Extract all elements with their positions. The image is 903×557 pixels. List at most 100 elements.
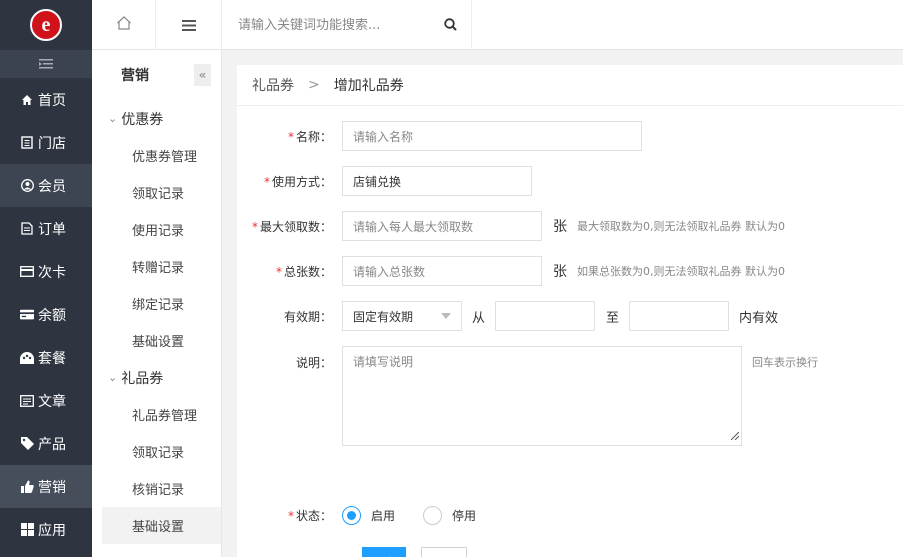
main-nav: e 首页 门店 会员 订单 次卡 余额 套餐 文章 产品 营销 应用 — [0, 0, 92, 557]
submenu-group-label: 优惠券 — [121, 111, 164, 128]
breadcrumb: 礼品券 > 增加礼品券 — [237, 65, 903, 106]
validity-from-text: 从 — [472, 310, 486, 326]
max-claim-label: * 最大领取数： — [251, 219, 332, 234]
submenu-item-coupon-manage[interactable]: 优惠券管理 — [92, 137, 221, 174]
main-content: 礼品券 > 增加礼品券 * 名称： 请输入名称 * 使用方式： 店铺兑换 * 最大领取… — [237, 65, 903, 557]
name-label: * 名称： — [287, 129, 332, 144]
brand-logo[interactable]: e — [30, 9, 62, 41]
submenu-collapse-icon[interactable]: « — [194, 64, 211, 86]
submenu-item-gift-manage[interactable]: 礼品券管理 — [92, 396, 221, 433]
name-input[interactable]: 请输入名称 — [342, 121, 642, 151]
form-row-total: * 总张数： 请输入总张数 张 如果总张数为0,则无法领取礼品券 默认为0 — [237, 256, 785, 286]
resize-handle-icon[interactable] — [730, 429, 740, 443]
breadcrumb-parent[interactable]: 礼品券 — [252, 75, 294, 95]
thumbs-up-icon — [20, 480, 34, 494]
form-actions: 提交 重置 — [362, 547, 468, 557]
nav-item-product[interactable]: 产品 — [0, 422, 92, 465]
nav-item-label: 文章 — [38, 393, 66, 410]
form-row-validity: 有效期： 固定有效期 从 至 内有效 — [237, 301, 778, 331]
home-button[interactable] — [92, 0, 156, 50]
order-icon — [20, 222, 34, 236]
top-bar — [92, 0, 903, 50]
logo-area: e — [0, 0, 92, 50]
select-arrow-icon — [441, 313, 451, 319]
status-radio-enable[interactable]: 启用 — [342, 506, 395, 525]
submenu-group-coupon[interactable]: ⌄ 优惠券 — [92, 100, 221, 137]
validity-start-input[interactable] — [495, 301, 596, 331]
desc-label: 说明： — [295, 356, 332, 370]
total-input[interactable]: 请输入总张数 — [342, 256, 542, 286]
breadcrumb-current: 增加礼品券 — [333, 78, 404, 94]
total-hint: 如果总张数为0,则无法领取礼品券 默认为0 — [577, 265, 785, 278]
desc-hint: 回车表示换行 — [752, 356, 818, 369]
chevron-down-icon: ⌄ — [108, 371, 118, 384]
reset-button[interactable]: 重置 — [421, 547, 468, 557]
submenu-title-text: 营销 — [121, 68, 149, 84]
submenu-item-gift-redeem[interactable]: 核销记录 — [92, 470, 221, 507]
nav-item-member[interactable]: 会员 — [0, 164, 92, 207]
submenu-item-coupon-binding[interactable]: 绑定记录 — [92, 285, 221, 322]
package-icon — [20, 351, 34, 365]
nav-item-label: 余额 — [38, 307, 66, 324]
validity-type-select[interactable]: 固定有效期 — [342, 301, 462, 331]
nav-item-apps[interactable]: 应用 — [0, 508, 92, 551]
status-label: * 状态： — [287, 509, 332, 523]
home-outline-icon — [116, 16, 132, 34]
nav-item-article[interactable]: 文章 — [0, 379, 92, 422]
nav-item-balance[interactable]: 余额 — [0, 293, 92, 336]
nav-item-label: 会员 — [38, 178, 66, 195]
nav-item-marketing[interactable]: 营销 — [0, 465, 92, 508]
nav-item-label: 次卡 — [38, 264, 66, 281]
submenu-group-gift[interactable]: ⌄ 礼品券 — [92, 359, 221, 396]
submenu-item-gift-claims[interactable]: 领取记录 — [92, 433, 221, 470]
home-icon — [20, 93, 34, 107]
form-row-name: * 名称： 请输入名称 — [237, 121, 642, 151]
search-icon[interactable] — [444, 18, 457, 35]
nav-item-home[interactable]: 首页 — [0, 78, 92, 121]
max-claim-input[interactable]: 请输入每人最大领取数 — [342, 211, 542, 241]
nav-collapse-icon[interactable] — [0, 50, 92, 78]
nav-item-order[interactable]: 订单 — [0, 207, 92, 250]
submit-button[interactable]: 提交 — [362, 547, 407, 557]
validity-end-input[interactable] — [629, 301, 730, 331]
nav-item-label: 套餐 — [38, 350, 66, 367]
card-icon — [20, 265, 34, 279]
article-icon — [20, 394, 34, 408]
usage-label: * 使用方式： — [263, 174, 332, 189]
nav-item-card[interactable]: 次卡 — [0, 250, 92, 293]
search-input[interactable] — [238, 17, 428, 33]
status-radio-disable[interactable]: 停用 — [423, 506, 476, 525]
submenu-group-label: 礼品券 — [121, 370, 164, 387]
status-option-label: 停用 — [452, 509, 477, 523]
usage-input[interactable]: 店铺兑换 — [342, 166, 532, 196]
radio-checked-icon — [342, 506, 361, 525]
nav-item-store[interactable]: 门店 — [0, 121, 92, 164]
desc-textarea[interactable]: 请填写说明 — [342, 346, 742, 446]
validity-suffix: 内有效 — [739, 310, 779, 326]
submenu-item-coupon-transfer[interactable]: 转赠记录 — [92, 248, 221, 285]
submenu-item-coupon-settings[interactable]: 基础设置 — [92, 322, 221, 359]
nav-item-package[interactable]: 套餐 — [0, 336, 92, 379]
store-icon — [20, 136, 34, 150]
nav-item-label: 营销 — [38, 479, 66, 496]
submenu-item-gift-settings[interactable]: 基础设置 — [102, 507, 221, 544]
validity-to-text: 至 — [606, 310, 620, 326]
nav-item-label: 门店 — [38, 135, 66, 152]
chevron-down-icon: ⌄ — [108, 112, 118, 125]
form-row-max-claim: * 最大领取数： 请输入每人最大领取数 张 最大领取数为0,则无法领取礼品券 默认… — [237, 211, 785, 241]
max-claim-unit: 张 — [553, 219, 567, 235]
nav-item-label: 应用 — [38, 522, 66, 539]
submenu-item-coupon-claims[interactable]: 领取记录 — [92, 174, 221, 211]
status-option-label: 启用 — [371, 509, 396, 523]
form-row-desc: 说明： 请填写说明 回车表示换行 — [237, 346, 818, 446]
nav-item-label: 订单 — [38, 221, 66, 238]
global-search — [222, 0, 472, 50]
user-icon — [20, 179, 34, 193]
total-label: * 总张数： — [275, 264, 332, 279]
menu-toggle-button[interactable] — [156, 0, 222, 50]
nav-item-label: 产品 — [38, 436, 66, 453]
wallet-icon — [20, 308, 34, 322]
tag-icon — [20, 437, 34, 451]
submenu-item-coupon-usage[interactable]: 使用记录 — [92, 211, 221, 248]
marketing-submenu: 营销 « ⌄ 优惠券 优惠券管理 领取记录 使用记录 转赠记录 绑定记录 基础设… — [92, 50, 222, 557]
